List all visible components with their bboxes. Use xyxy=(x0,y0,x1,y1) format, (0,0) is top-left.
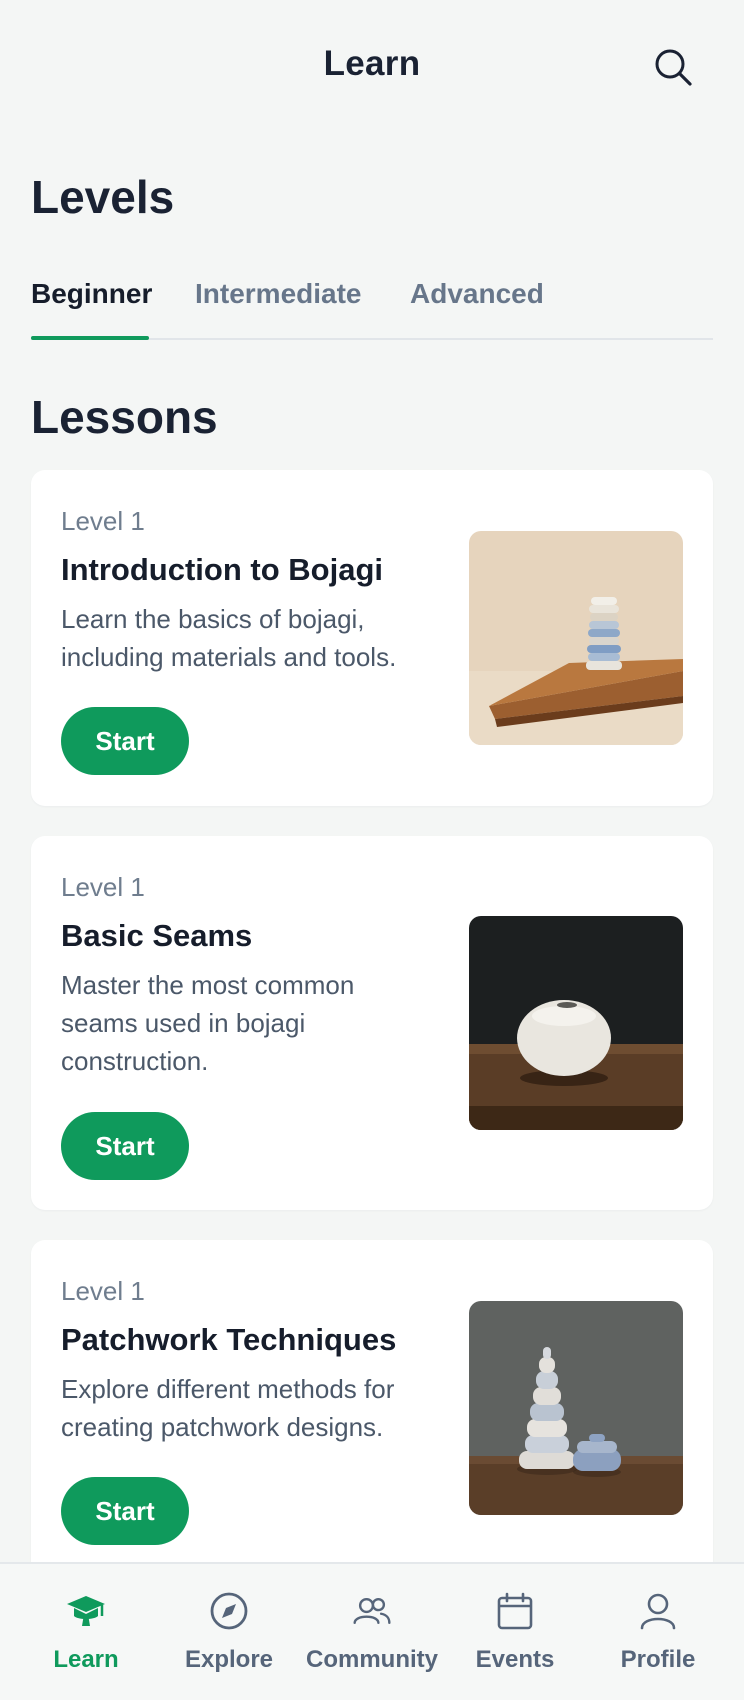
search-button[interactable] xyxy=(650,44,696,90)
level-tabs: Beginner Intermediate Advanced xyxy=(31,270,713,340)
lesson-card[interactable]: Level 1 Patchwork Techniques Explore dif… xyxy=(31,1240,713,1580)
tab-advanced[interactable]: Advanced xyxy=(410,278,544,340)
lesson-level: Level 1 xyxy=(61,506,145,536)
graduation-cap-icon xyxy=(65,1590,107,1632)
nav-label: Learn xyxy=(53,1646,119,1673)
tab-beginner[interactable]: Beginner xyxy=(31,278,152,340)
nav-explore[interactable]: Explore xyxy=(155,1564,303,1700)
start-button[interactable]: Start xyxy=(61,707,189,775)
page-title: Learn xyxy=(323,44,421,83)
compass-icon xyxy=(208,1590,250,1632)
nav-community[interactable]: Community xyxy=(298,1564,446,1700)
nav-label: Profile xyxy=(620,1646,696,1673)
nav-label: Events xyxy=(475,1646,555,1673)
lessons-heading: Lessons xyxy=(31,391,218,443)
bottom-nav: Learn Explore Community Events Profile xyxy=(0,1562,744,1700)
lesson-thumbnail xyxy=(469,1301,683,1515)
lesson-title: Introduction to Bojagi xyxy=(61,552,384,587)
lesson-description: Learn the basics of bojagi, including ma… xyxy=(61,604,397,672)
start-button[interactable]: Start xyxy=(61,1477,189,1545)
nav-events[interactable]: Events xyxy=(441,1564,589,1700)
app-header: Learn xyxy=(0,0,744,140)
learn-screen: Learn Levels Beginner Intermediate Advan… xyxy=(0,0,744,1700)
nav-profile[interactable]: Profile xyxy=(584,1564,732,1700)
lesson-level: Level 1 xyxy=(61,1276,145,1306)
search-icon xyxy=(655,49,692,86)
lesson-title: Patchwork Techniques xyxy=(61,1322,397,1357)
start-button[interactable]: Start xyxy=(61,1112,189,1180)
lesson-card[interactable]: Level 1 Introduction to Bojagi Learn the… xyxy=(31,470,713,806)
tab-intermediate[interactable]: Intermediate xyxy=(195,278,362,340)
levels-heading: Levels xyxy=(31,171,175,223)
lesson-level: Level 1 xyxy=(61,872,145,902)
nav-label: Community xyxy=(306,1646,438,1673)
active-tab-indicator xyxy=(31,336,149,340)
lesson-description: Master the most common seams used in boj… xyxy=(61,970,355,1076)
nav-label: Explore xyxy=(184,1646,274,1673)
user-icon xyxy=(637,1590,679,1632)
users-icon xyxy=(351,1590,393,1632)
lesson-description: Explore different methods for creating p… xyxy=(61,1374,395,1442)
nav-learn[interactable]: Learn xyxy=(12,1564,160,1700)
calendar-icon xyxy=(494,1590,536,1632)
lesson-card[interactable]: Level 1 Basic Seams Master the most comm… xyxy=(31,836,713,1210)
lesson-thumbnail xyxy=(469,916,683,1130)
lesson-thumbnail xyxy=(469,531,683,745)
lesson-title: Basic Seams xyxy=(61,918,253,953)
